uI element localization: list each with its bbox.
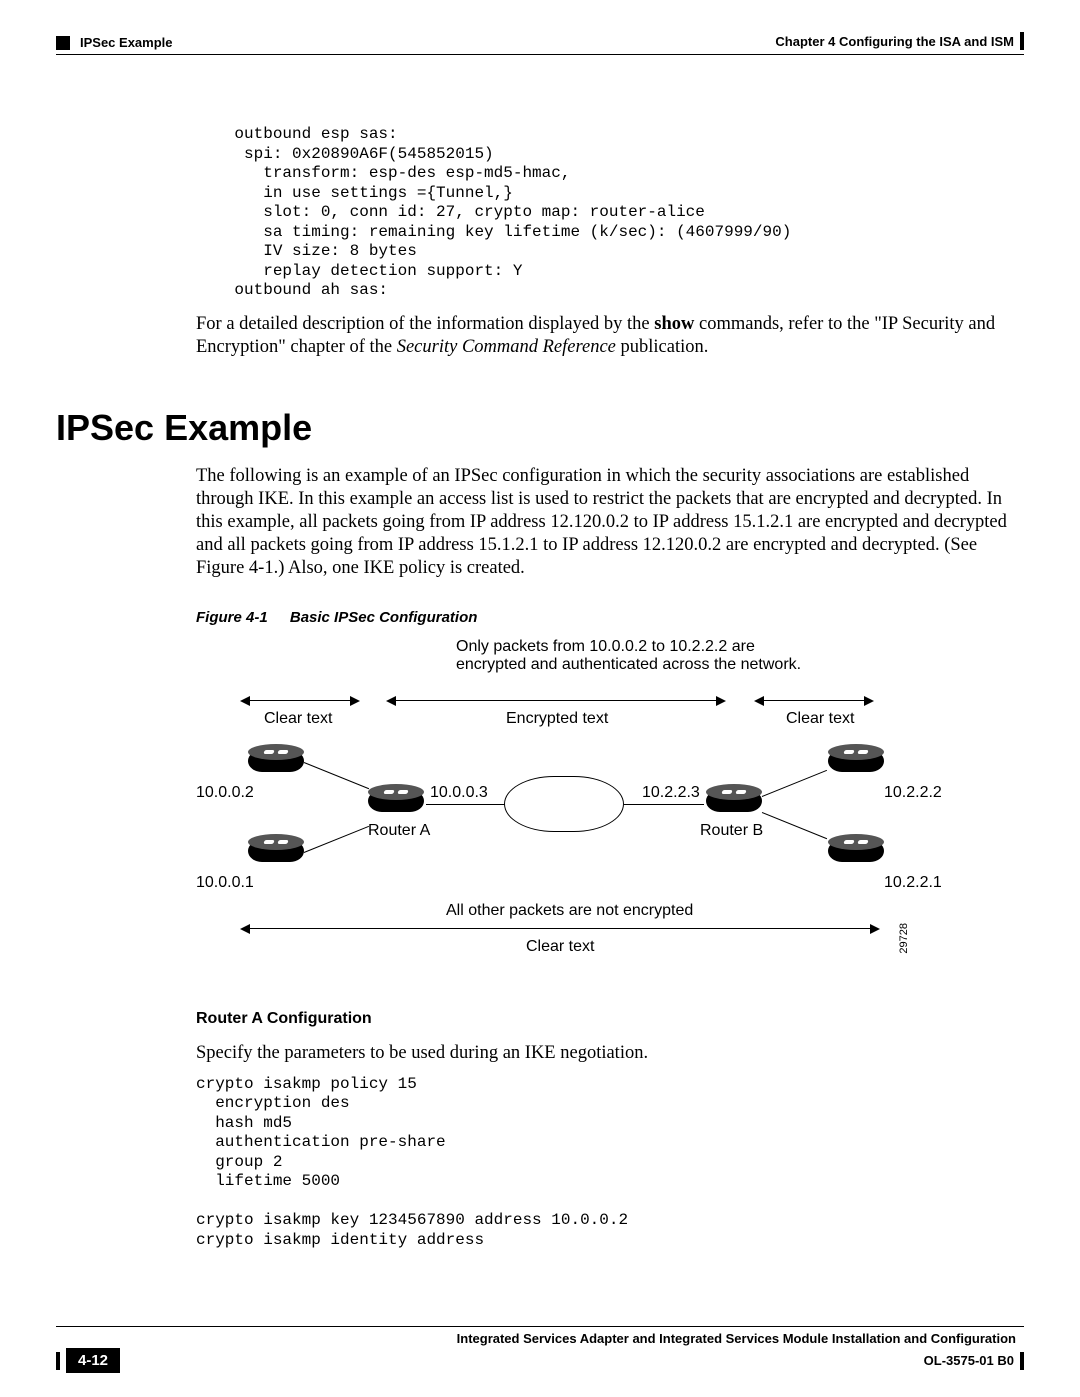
- label-clear-right: Clear text: [786, 710, 854, 728]
- header-rule: [56, 54, 1024, 55]
- header-chapter-label: Chapter 4 Configuring the ISA and ISM: [775, 34, 1014, 49]
- router-icon: [826, 744, 886, 772]
- footer-rule: [56, 1326, 1024, 1327]
- label-ip-tl: 10.0.0.2: [196, 784, 254, 802]
- label-ip-bl: 10.0.0.1: [196, 874, 254, 892]
- label-bottom1: All other packets are not encrypted: [446, 902, 693, 920]
- line: [304, 762, 369, 789]
- router-icon: [826, 834, 886, 862]
- line: [762, 769, 827, 796]
- line: [396, 700, 716, 701]
- paragraph-ike-params: Specify the parameters to be used during…: [196, 1042, 1014, 1065]
- line: [250, 700, 350, 701]
- paragraph-show-commands: For a detailed description of the inform…: [196, 313, 1014, 359]
- arrow-right-icon: [870, 924, 880, 934]
- line: [764, 700, 864, 701]
- footer-doc-title: Integrated Services Adapter and Integrat…: [56, 1331, 1024, 1346]
- label-router-b: Router B: [700, 822, 763, 840]
- line: [624, 804, 704, 805]
- page-number-badge: 4-12: [66, 1348, 120, 1373]
- section-title-ipsec-example: IPSec Example: [56, 407, 1024, 449]
- figure-number: Figure 4-1: [196, 609, 268, 626]
- cloud-icon: [504, 776, 624, 832]
- figure-id-number: 29728: [898, 923, 910, 954]
- code-crypto-isakmp: crypto isakmp policy 15 encryption des h…: [196, 1075, 1014, 1251]
- line: [426, 804, 506, 805]
- label-ip-tr: 10.2.2.2: [884, 784, 942, 802]
- router-a-icon: [366, 784, 426, 812]
- label-clear-left: Clear text: [264, 710, 332, 728]
- line: [250, 928, 870, 929]
- footer-bar-icon: [1020, 1352, 1024, 1370]
- page-header: IPSec Example Chapter 4 Configuring the …: [56, 32, 1024, 50]
- footer-doc-number: OL-3575-01 B0: [924, 1353, 1014, 1368]
- paragraph-ipsec-intro: The following is an example of an IPSec …: [196, 465, 1014, 581]
- header-section-label: IPSec Example: [80, 35, 173, 50]
- code-outbound-sas: outbound esp sas: spi: 0x20890A6F(545852…: [196, 125, 1014, 301]
- label-router-a: Router A: [368, 822, 430, 840]
- line: [762, 812, 827, 839]
- figure-caption: Figure 4-1 Basic IPSec Configuration: [196, 609, 1014, 626]
- arrow-right-icon: [350, 696, 360, 706]
- label-ip-a: 10.0.0.3: [430, 784, 488, 802]
- header-marker-icon: [56, 36, 70, 50]
- arrow-left-icon: [386, 696, 396, 706]
- label-ip-br: 10.2.2.1: [884, 874, 942, 892]
- router-icon: [246, 834, 306, 862]
- arrow-left-icon: [754, 696, 764, 706]
- line: [304, 825, 369, 852]
- label-ip-b: 10.2.2.3: [642, 784, 700, 802]
- label-bottom2: Clear text: [526, 938, 594, 956]
- header-bar-icon: [1020, 32, 1024, 50]
- arrow-right-icon: [716, 696, 726, 706]
- router-icon: [246, 744, 306, 772]
- arrow-right-icon: [864, 696, 874, 706]
- figure-title: Basic IPSec Configuration: [290, 609, 478, 626]
- label-encrypted: Encrypted text: [506, 710, 608, 728]
- figure-top-note: Only packets from 10.0.0.2 to 10.2.2.2 a…: [456, 638, 801, 674]
- arrow-left-icon: [240, 696, 250, 706]
- page-footer: Integrated Services Adapter and Integrat…: [56, 1326, 1024, 1373]
- figure-ipsec-diagram: Only packets from 10.0.0.2 to 10.2.2.2 a…: [246, 644, 886, 974]
- footer-bar-icon: [56, 1352, 60, 1370]
- arrow-left-icon: [240, 924, 250, 934]
- subheading-router-a-config: Router A Configuration: [196, 1010, 1014, 1028]
- router-b-icon: [704, 784, 764, 812]
